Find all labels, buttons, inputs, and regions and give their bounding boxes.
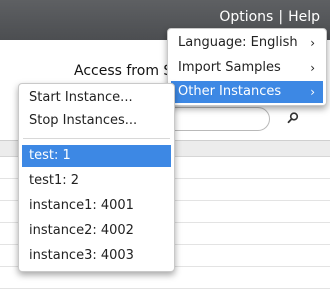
other-instances-submenu: Start Instance... Stop Instances... test… [18,83,175,272]
menu-item-language[interactable]: Language: English › [171,32,323,54]
chevron-right-icon: › [310,36,315,50]
search-icon[interactable] [286,111,300,125]
chevron-right-icon: › [310,61,315,75]
instance-item-instance3[interactable]: instance3: 4003 [22,245,171,267]
help-link[interactable]: Help [288,9,320,25]
menu-item-other-instances[interactable]: Other Instances › [171,81,323,103]
menu-item-label: Language: English [178,35,298,50]
start-instance-item[interactable]: Start Instance... [22,87,171,109]
nav-separator: | [278,9,284,25]
menu-item-label: Import Samples [178,60,281,75]
instance-item-instance2[interactable]: instance2: 4002 [22,220,171,242]
instance-item-instance1[interactable]: instance1: 4001 [22,195,171,217]
chevron-right-icon: › [310,85,315,99]
menu-divider [23,138,170,139]
top-nav: Options | Help [219,9,320,25]
menu-item-label: Other Instances [178,84,282,99]
instance-item-test[interactable]: test: 1 [22,145,171,167]
options-link[interactable]: Options [219,9,273,25]
menu-item-import-samples[interactable]: Import Samples › [171,57,323,79]
access-label: Access from S [74,63,173,79]
instance-item-test1[interactable]: test1: 2 [22,170,171,192]
search-input[interactable] [160,107,270,131]
stop-instances-item[interactable]: Stop Instances... [22,110,171,132]
options-menu: Language: English › Import Samples › Oth… [167,28,327,106]
